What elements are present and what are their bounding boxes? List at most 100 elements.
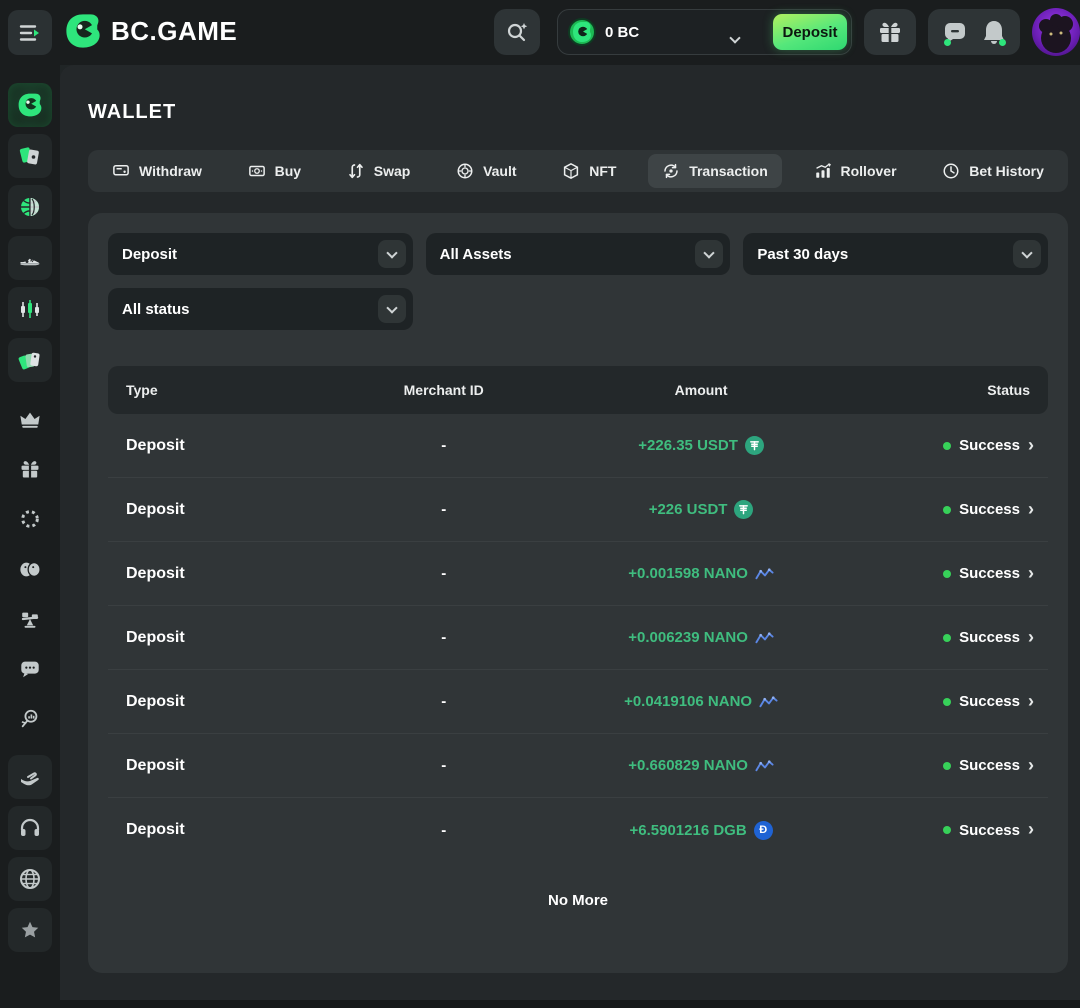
buy-icon (248, 162, 266, 180)
table-body: Deposit - +226.35 USDT Đ Success › Depos… (108, 414, 1048, 862)
chevron-down-icon[interactable] (695, 240, 723, 268)
bcgame-mini-logo-icon (17, 92, 43, 118)
sidebar-item-sneaker[interactable] (8, 236, 52, 280)
row-status[interactable]: Success › (847, 565, 1048, 582)
star-icon (19, 919, 41, 941)
row-status-text: Success (959, 437, 1020, 454)
sidebar-item-bonus[interactable] (8, 447, 52, 491)
tab-buy[interactable]: Buy (234, 154, 315, 188)
row-status[interactable]: Success › (847, 501, 1048, 518)
sidebar-item-favorites[interactable] (8, 908, 52, 952)
nano-coin-icon (759, 692, 778, 711)
row-status[interactable]: Success › (847, 437, 1048, 454)
balance-amount: 0 BC (605, 24, 639, 41)
deposit-button[interactable]: Deposit (773, 14, 847, 50)
row-amount-value: +0.660829 NANO (628, 757, 748, 774)
sidebar-item-language[interactable] (8, 857, 52, 901)
table-row[interactable]: Deposit - +0.001598 NANO Đ Success › (108, 542, 1048, 606)
tab-bet-history[interactable]: Bet History (928, 154, 1058, 188)
sidebar-item-trading[interactable] (8, 287, 52, 331)
row-type: Deposit (108, 437, 332, 455)
rewards-button[interactable] (864, 9, 916, 55)
table-row[interactable]: Deposit - +0.006239 NANO Đ Success › (108, 606, 1048, 670)
chevron-right-icon: › (1028, 564, 1034, 582)
tab-label: Rollover (841, 163, 897, 179)
usdt-coin-icon (745, 436, 764, 455)
table-row[interactable]: Deposit - +0.0419106 NANO Đ Success › (108, 670, 1048, 734)
tab-rollover[interactable]: Rollover (800, 154, 911, 188)
table-row[interactable]: Deposit - +226 USDT Đ Success › (108, 478, 1048, 542)
period-dropdown[interactable]: Past 30 days (743, 233, 1048, 275)
top-bar: BC.GAME 0 BC Deposit (0, 0, 1080, 65)
brand-logo[interactable]: BC.GAME (64, 12, 237, 50)
row-status[interactable]: Success › (847, 629, 1048, 646)
row-merchant-id: - (332, 693, 556, 710)
row-amount: +226 USDT Đ (556, 500, 847, 519)
tab-nft[interactable]: NFT (548, 154, 630, 188)
transaction-type-dropdown[interactable]: Deposit (108, 233, 413, 275)
table-row[interactable]: Deposit - +0.660829 NANO Đ Success › (108, 734, 1048, 798)
chevron-down-icon[interactable] (378, 295, 406, 323)
user-avatar[interactable] (1032, 8, 1080, 56)
tab-swap[interactable]: Swap (333, 154, 425, 188)
row-amount: +6.5901216 DGB Đ (556, 821, 847, 840)
brand-name: BC.GAME (111, 16, 237, 47)
sidebar-item-home[interactable] (8, 83, 52, 127)
page-title: WALLET (88, 101, 176, 124)
tab-transaction[interactable]: Transaction (648, 154, 782, 188)
balance-selector[interactable]: 0 BC Deposit (557, 9, 852, 55)
globe-icon (18, 867, 42, 891)
sidebar-item-provably-fair[interactable] (8, 697, 52, 741)
chat-icon[interactable] (942, 19, 968, 45)
table-row[interactable]: Deposit - +226.35 USDT Đ Success › (108, 414, 1048, 478)
nft-cube-icon (562, 162, 580, 180)
row-type: Deposit (108, 757, 332, 775)
sidebar-item-sponsorship[interactable] (8, 755, 52, 799)
chevron-right-icon: › (1028, 628, 1034, 646)
sidebar-item-casino[interactable] (8, 134, 52, 178)
row-amount: +0.0419106 NANO Đ (556, 692, 847, 711)
vault-icon (456, 162, 474, 180)
tab-withdraw[interactable]: Withdraw (98, 154, 216, 188)
sidebar-toggle-button[interactable] (8, 10, 52, 55)
row-merchant-id: - (332, 437, 556, 454)
search-button[interactable] (494, 9, 540, 55)
chevron-down-icon[interactable] (378, 240, 406, 268)
row-amount-value: +226 USDT (649, 501, 728, 518)
bell-icon[interactable] (982, 19, 1006, 45)
tab-vault[interactable]: Vault (442, 154, 530, 188)
row-status-text: Success (959, 693, 1020, 710)
row-status[interactable]: Success › (847, 693, 1048, 710)
sneaker-icon (18, 246, 42, 270)
chat-badge (944, 39, 951, 46)
row-type: Deposit (108, 501, 332, 519)
nano-coin-icon (755, 756, 774, 775)
asset-dropdown[interactable]: All Assets (426, 233, 731, 275)
row-amount-value: +0.001598 NANO (628, 565, 748, 582)
row-type: Deposit (108, 821, 332, 839)
transaction-icon (662, 162, 680, 180)
sidebar-item-vip[interactable] (8, 397, 52, 441)
sidebar-nav (0, 65, 60, 1008)
sidebar-item-lottery[interactable] (8, 338, 52, 382)
tab-label: Withdraw (139, 163, 202, 179)
sidebar-item-staking[interactable] (8, 597, 52, 641)
chevron-right-icon: › (1028, 820, 1034, 838)
sidebar-item-games[interactable] (8, 547, 52, 591)
sidebar-item-support[interactable] (8, 806, 52, 850)
sidebar-item-spin[interactable] (8, 497, 52, 541)
status-dropdown[interactable]: All status (108, 288, 413, 330)
row-status[interactable]: Success › (847, 757, 1048, 774)
column-status: Status (847, 382, 1048, 398)
row-amount: +226.35 USDT Đ (556, 436, 847, 455)
sidebar-item-sports[interactable] (8, 185, 52, 229)
table-row[interactable]: Deposit - +6.5901216 DGB Đ Success › (108, 798, 1048, 862)
search-icon (505, 20, 529, 44)
row-status[interactable]: Success › (847, 822, 1048, 839)
row-status-text: Success (959, 501, 1020, 518)
success-dot-icon (943, 762, 951, 770)
app-window: BC.GAME 0 BC Deposit (0, 0, 1080, 1008)
chevron-down-icon[interactable] (1013, 240, 1041, 268)
duo-balls-icon (19, 558, 41, 580)
sidebar-item-forum[interactable] (8, 647, 52, 691)
